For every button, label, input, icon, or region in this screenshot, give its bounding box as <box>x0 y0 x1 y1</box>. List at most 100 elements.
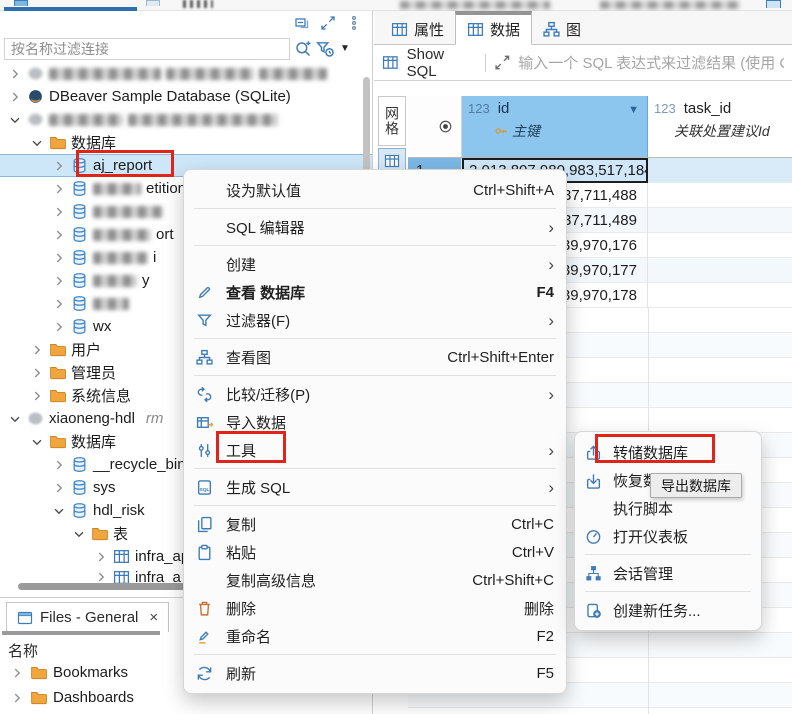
chevron-right-icon[interactable] <box>52 251 66 265</box>
menu-item-view-diagram[interactable]: 查看图 Ctrl+Shift+Enter <box>184 343 566 371</box>
show-sql-button[interactable]: Show SQL <box>407 46 477 80</box>
files-general-tab[interactable]: Files - General × <box>6 602 169 632</box>
chevron-right-icon[interactable] <box>52 297 66 311</box>
chevron-right-icon[interactable] <box>52 274 66 288</box>
chevron-right-icon[interactable] <box>10 691 24 705</box>
chevron-down-icon[interactable] <box>8 113 22 127</box>
menu-item-compare-migrate[interactable]: 比较/迁移(P) › <box>184 380 566 408</box>
cell-task-id[interactable] <box>648 183 792 208</box>
column-header-id[interactable]: 123 id 主键 ▼ <box>462 96 648 157</box>
expand-filter-icon[interactable] <box>494 54 511 71</box>
grid-corner-cell[interactable] <box>408 96 462 157</box>
submenu-item-session-manager[interactable]: 会话管理 <box>575 559 761 587</box>
menu-item-filter[interactable]: 过滤器(F) › <box>184 306 566 334</box>
tree-connection-dbeaver-sample[interactable]: DBeaver Sample Database (SQLite) <box>0 85 372 108</box>
tree-connection-redacted[interactable] <box>0 108 372 131</box>
menu-item-copy[interactable]: 复制 Ctrl+C <box>184 510 566 538</box>
connection-settings-icon[interactable] <box>294 40 312 58</box>
sql-filter-input[interactable]: 输入一个 SQL 表达式来过滤结果 (使用 C <box>518 52 784 73</box>
chevron-right-icon[interactable] <box>94 550 108 564</box>
grid-presentation-tab[interactable]: 网格 <box>378 96 406 146</box>
cell-task-id[interactable] <box>648 208 792 233</box>
submenu-item-execute-script[interactable]: 执行脚本 <box>575 494 761 522</box>
chevron-right-icon[interactable] <box>52 228 66 242</box>
menu-item-copy-advanced-info[interactable]: 复制高级信息 Ctrl+Shift+C <box>184 566 566 594</box>
chevron-right-icon[interactable] <box>94 570 108 584</box>
submenu-item-create-new-task[interactable]: 创建新任务... <box>575 596 761 624</box>
filter-dropdown-caret[interactable]: ▼ <box>340 43 350 54</box>
radio-selected-icon[interactable] <box>438 119 453 134</box>
show-sql-grid-icon[interactable] <box>382 54 399 71</box>
chevron-down-icon[interactable] <box>30 136 44 150</box>
cell-task-id[interactable] <box>648 158 792 183</box>
menu-item-rename[interactable]: 重命名 F2 <box>184 622 566 650</box>
paste-icon <box>196 544 226 561</box>
tree-connection-redacted[interactable] <box>0 62 372 85</box>
chevron-right-icon[interactable] <box>52 320 66 334</box>
database-icon <box>71 295 88 312</box>
filter-settings-icon[interactable] <box>316 40 334 58</box>
compare-icon <box>196 386 226 403</box>
chevron-down-icon[interactable] <box>72 527 86 541</box>
close-icon[interactable]: × <box>149 609 158 626</box>
chevron-right-icon[interactable] <box>52 458 66 472</box>
view-menu-icon[interactable] <box>346 15 362 31</box>
menu-item-generate-sql[interactable]: 生成 SQL › <box>184 473 566 501</box>
chevron-right-icon[interactable] <box>30 343 44 357</box>
tab-diagram[interactable]: 图 <box>532 14 592 44</box>
column-type-badge: 123 <box>654 101 676 116</box>
collapse-all-icon[interactable] <box>294 15 310 31</box>
menu-item-refresh[interactable]: 刷新 F5 <box>184 659 566 687</box>
menu-item-sql-editor[interactable]: SQL 编辑器 › <box>184 213 566 241</box>
connection-filter-input[interactable] <box>4 38 290 60</box>
primary-key-icon <box>494 124 508 138</box>
submenu-item-open-dashboard[interactable]: 打开仪表板 <box>575 522 761 550</box>
tab-data[interactable]: 数据 <box>455 11 532 45</box>
sessions-icon <box>585 565 613 582</box>
menu-item-delete[interactable]: 删除 删除 <box>184 594 566 622</box>
menu-item-view-database[interactable]: 查看 数据库 F4 <box>184 278 566 306</box>
cell-task-id[interactable] <box>648 258 792 283</box>
sql-document-icon <box>196 479 226 496</box>
cell-task-id[interactable] <box>648 283 792 308</box>
cell-task-id[interactable] <box>648 233 792 258</box>
redacted-text <box>93 298 129 310</box>
chevron-right-icon[interactable] <box>10 666 24 680</box>
tab-properties[interactable]: 属性 <box>380 14 455 44</box>
gauge-icon <box>585 528 613 545</box>
users-folder-icon <box>49 341 66 358</box>
databases-folder-icon <box>49 433 66 450</box>
bookmarks-folder-icon <box>30 664 47 681</box>
chevron-right-icon[interactable] <box>8 67 22 81</box>
link-with-editor-icon[interactable] <box>320 15 336 31</box>
chevron-right-icon[interactable] <box>52 205 66 219</box>
tree-folder-databases[interactable]: 数据库 <box>0 131 372 154</box>
chevron-right-icon[interactable] <box>30 366 44 380</box>
tree-item-label: 数据库 <box>71 431 116 452</box>
chevron-down-icon[interactable] <box>30 435 44 449</box>
chevron-right-icon[interactable] <box>52 481 66 495</box>
annotation-box-dump-database <box>595 434 715 463</box>
chevron-down-icon[interactable] <box>8 412 22 426</box>
chevron-right-icon[interactable] <box>52 159 66 173</box>
sqlite-connection-icon <box>27 88 44 105</box>
menu-separator <box>194 505 556 506</box>
chevron-right-icon[interactable] <box>8 90 22 104</box>
tree-horizontal-scrollbar[interactable] <box>18 583 186 590</box>
chevron-right-icon[interactable] <box>52 182 66 196</box>
chevron-right-icon[interactable] <box>30 389 44 403</box>
tree-item-label: 管理员 <box>71 362 116 383</box>
sort-caret-icon[interactable]: ▼ <box>628 104 639 116</box>
top-tab-strip <box>0 0 792 11</box>
tree-vertical-scrollbar[interactable] <box>363 77 370 181</box>
tree-item-label: wx <box>93 318 111 335</box>
files-tab-underline <box>2 631 160 635</box>
menu-item-set-default[interactable]: 设为默认值 Ctrl+Shift+A <box>184 176 566 204</box>
menu-item-paste[interactable]: 粘贴 Ctrl+V <box>184 538 566 566</box>
column-header-task-id[interactable]: 123 task_id 关联处置建议Id <box>648 96 792 157</box>
redacted-text <box>183 0 213 8</box>
chevron-down-icon[interactable] <box>52 504 66 518</box>
menu-item-create[interactable]: 创建 › <box>184 250 566 278</box>
redacted-text <box>49 68 161 80</box>
column-type-badge: 123 <box>468 101 490 116</box>
